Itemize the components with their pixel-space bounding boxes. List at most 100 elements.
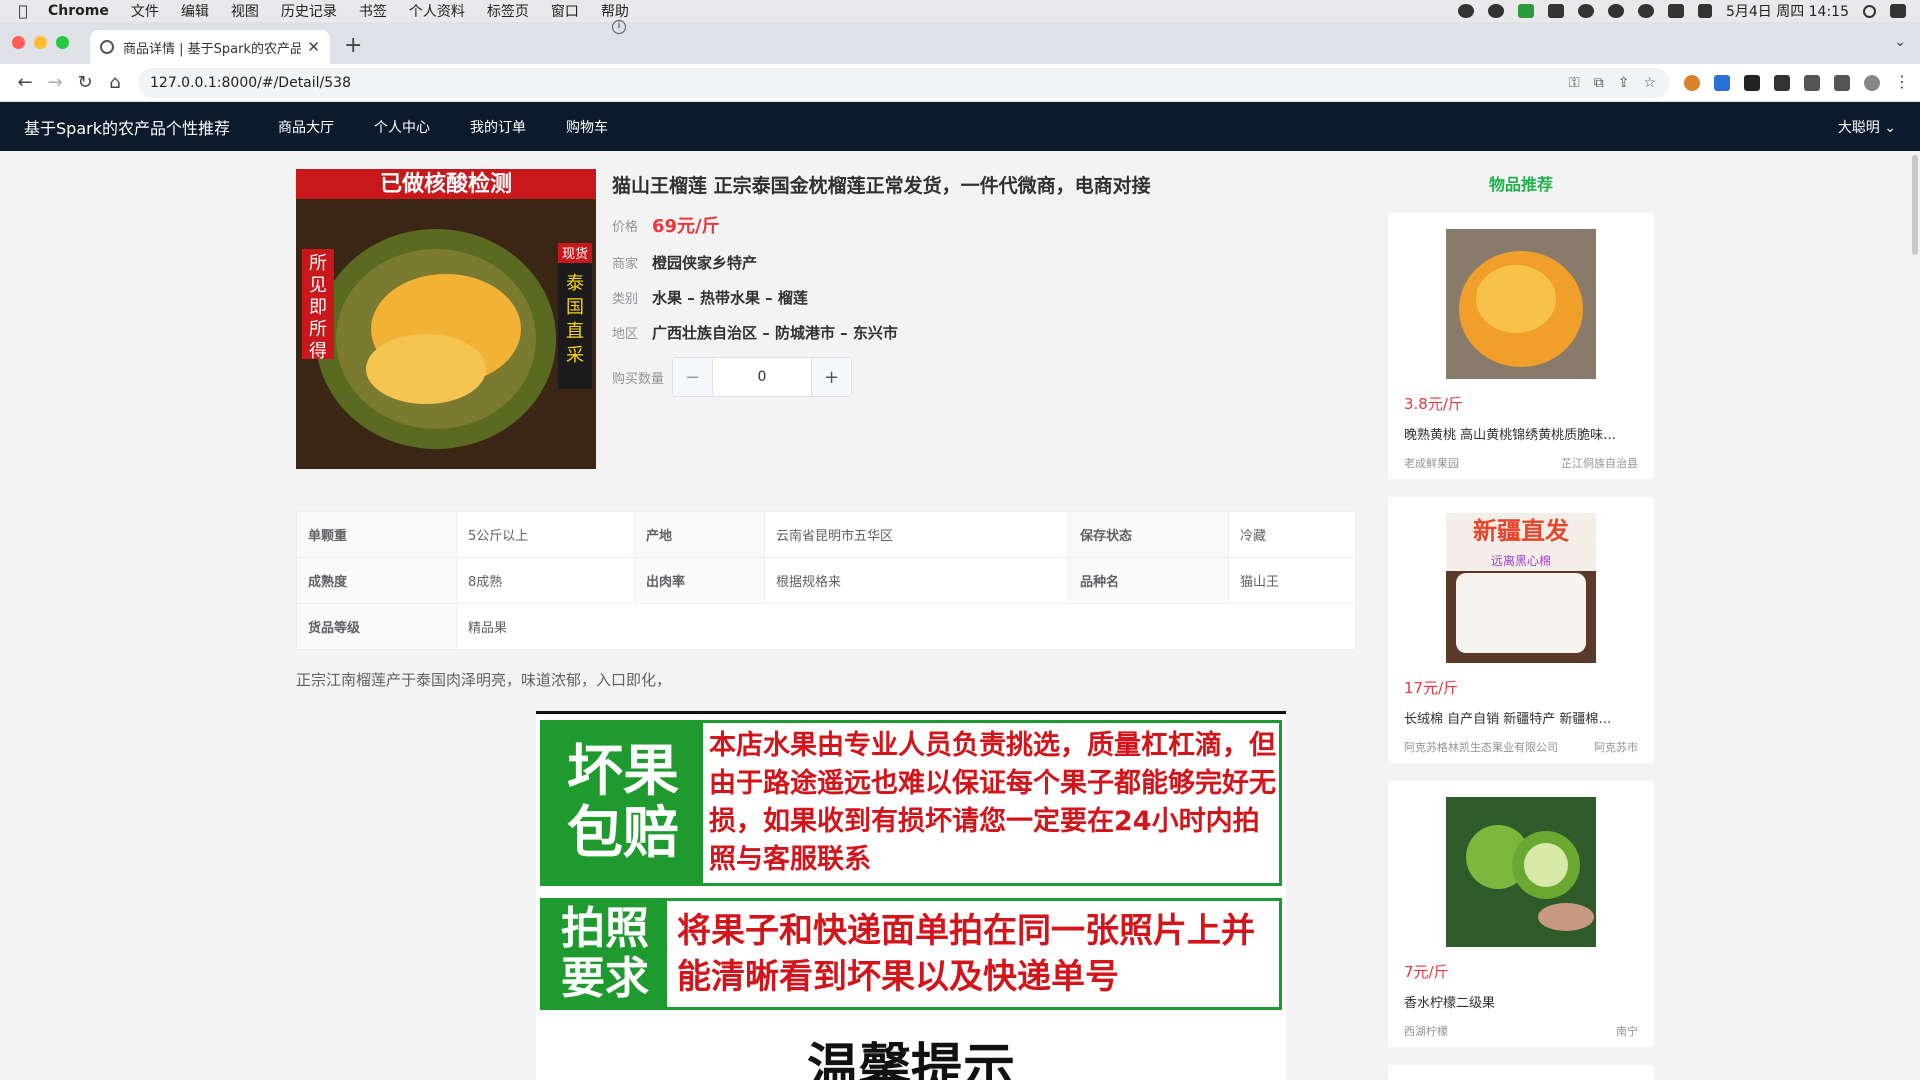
forward-button[interactable]: → bbox=[40, 72, 70, 93]
product-thumbnail bbox=[1446, 797, 1596, 947]
increase-button[interactable]: + bbox=[811, 358, 851, 396]
chevron-down-icon: ⌄ bbox=[1884, 119, 1896, 136]
zoom-window-button[interactable] bbox=[56, 36, 69, 49]
image-text-right-4: 采 bbox=[566, 345, 584, 366]
omnibox-tools: ⚿ ⧉ ⇪ ☆ bbox=[1569, 75, 1670, 91]
recommend-place: 阿克苏市 bbox=[1594, 741, 1638, 754]
extension-icon-2[interactable] bbox=[1714, 74, 1730, 91]
gear-icon[interactable] bbox=[1457, 4, 1474, 18]
product-thumbnail bbox=[1446, 229, 1596, 379]
record-icon[interactable] bbox=[1487, 4, 1504, 18]
translate-icon[interactable]: ⧉ bbox=[1594, 75, 1604, 91]
control-center-icon[interactable] bbox=[1890, 4, 1906, 18]
recommend-card[interactable]: 7元/斤 香水柠檬二级果 西湖柠檬 南宁 bbox=[1388, 781, 1654, 1047]
share-icon[interactable]: ⇪ bbox=[1618, 75, 1630, 91]
nav-item-hall[interactable]: 商品大厅 bbox=[278, 117, 334, 137]
image-text-right-3: 直 bbox=[566, 321, 584, 342]
search-icon[interactable] bbox=[1863, 4, 1876, 18]
menu-history[interactable]: 历史记录 bbox=[281, 1, 337, 21]
window-controls bbox=[12, 36, 69, 49]
bookmark-star-icon[interactable]: ☆ bbox=[1643, 75, 1656, 91]
quantity-input[interactable]: 0 bbox=[713, 358, 811, 396]
menu-bookmarks[interactable]: 书签 bbox=[359, 1, 387, 21]
menu-profiles[interactable]: 个人资料 bbox=[409, 1, 465, 21]
recommend-card[interactable] bbox=[1388, 1065, 1654, 1080]
menu-window[interactable]: 窗口 bbox=[551, 1, 579, 21]
extension-icon-1[interactable] bbox=[1684, 74, 1700, 91]
mountain-icon[interactable] bbox=[1547, 4, 1564, 18]
apple-icon[interactable]:  bbox=[14, 2, 32, 20]
profile-avatar-icon[interactable] bbox=[1864, 74, 1880, 91]
spec-table: 单颗重 5公斤以上 产地 云南省昆明市五华区 保存状态 冷藏 成熟度 8成熟 出… bbox=[296, 511, 1356, 650]
image-text-left-5: 得 bbox=[309, 341, 327, 362]
url-text[interactable]: 127.0.0.1:8000/#/Detail/538 bbox=[150, 75, 351, 91]
home-button[interactable]: ⌂ bbox=[100, 72, 130, 93]
spec-key: 产地 bbox=[634, 511, 765, 558]
image-text-left-1: 所 bbox=[309, 253, 327, 274]
spec-value: 精品果 bbox=[456, 603, 1356, 650]
recommend-name: 香水柠檬二级果 bbox=[1404, 996, 1496, 1011]
product-image[interactable]: 已做核酸检测 所见即所得 现货 泰国直采 bbox=[296, 169, 596, 469]
recommend-merchant: 老成鲜果园 bbox=[1404, 457, 1459, 470]
menu-edit[interactable]: 编辑 bbox=[181, 1, 209, 21]
table-row: 成熟度 8成熟 出肉率 根据规格来 品种名 猫山王 bbox=[296, 557, 1356, 604]
new-tab-button[interactable]: + bbox=[344, 33, 362, 58]
nav-item-cart[interactable]: 购物车 bbox=[566, 117, 608, 137]
nav-item-orders[interactable]: 我的订单 bbox=[470, 117, 526, 137]
menu-view[interactable]: 视图 bbox=[231, 1, 259, 21]
app-brand[interactable]: 基于Spark的农产品个性推荐 bbox=[24, 115, 230, 139]
input-method-icon[interactable] bbox=[1667, 4, 1684, 18]
product-info: 猫山王榴莲 正宗泰国金枕榴莲正常发货，一件代微商，电商对接 价格 69元/斤 商… bbox=[612, 171, 1151, 411]
page-scrollbar[interactable] bbox=[1912, 155, 1918, 255]
puzzle-icon[interactable] bbox=[1804, 74, 1820, 91]
close-tab-icon[interactable]: ✕ bbox=[307, 38, 320, 56]
menu-tabs[interactable]: 标签页 bbox=[487, 1, 529, 21]
merchant-label: 商家 bbox=[612, 257, 639, 272]
address-bar[interactable]: i 127.0.0.1:8000/#/Detail/538 ⚿ ⧉ ⇪ ☆ bbox=[138, 20, 1670, 98]
banner-block1-left: 坏果包赔 bbox=[543, 723, 703, 883]
recommend-meta: 老成鲜果园 芷江侗族自治县 bbox=[1404, 455, 1638, 471]
extension-icon-4[interactable] bbox=[1774, 74, 1790, 91]
menubar-status-area: 5月4日 周四 14:15 bbox=[1457, 1, 1906, 21]
nav-item-profile[interactable]: 个人中心 bbox=[374, 117, 430, 137]
quantity-row: 购买数量 − 0 + bbox=[612, 357, 1151, 397]
sync-icon[interactable] bbox=[1577, 4, 1594, 18]
description-banner-image: 坏果包赔 本店水果由专业人员负责挑选，质量杠杠滴，但由于路途遥远也难以保证每个果… bbox=[536, 711, 1286, 1080]
menu-help[interactable]: 帮助 bbox=[601, 1, 629, 21]
kebab-menu-icon[interactable]: ⋮ bbox=[1894, 73, 1910, 91]
extension-icon-3[interactable] bbox=[1744, 74, 1760, 91]
tab-search-chevron-icon[interactable]: ⌄ bbox=[1894, 34, 1906, 50]
browser-toolbar: ← → ↻ ⌂ i 127.0.0.1:8000/#/Detail/538 ⚿ … bbox=[0, 20, 1920, 102]
recommend-card[interactable]: 新疆直发 远离黑心棉 17元/斤 长绒棉 自产自销 新疆特产 新疆棉… 阿克苏格… bbox=[1388, 497, 1654, 763]
volume-icon[interactable] bbox=[1697, 4, 1712, 18]
menu-file[interactable]: 文件 bbox=[131, 1, 159, 21]
key-icon[interactable]: ⚿ bbox=[1569, 75, 1580, 91]
recommend-meta: 西湖柠檬 南宁 bbox=[1404, 1023, 1638, 1039]
product-merchant: 橙园侠家乡特产 bbox=[652, 254, 758, 272]
signal-icon[interactable] bbox=[1517, 4, 1534, 18]
sidepanel-icon[interactable] bbox=[1834, 74, 1850, 91]
menubar-clock[interactable]: 5月4日 周四 14:15 bbox=[1726, 1, 1849, 21]
spec-key: 保存状态 bbox=[1068, 511, 1229, 558]
menu-app-chrome[interactable]: Chrome bbox=[48, 3, 109, 19]
recommend-name: 长绒棉 自产自销 新疆特产 新疆棉… bbox=[1404, 712, 1612, 727]
user-menu[interactable]: 大聪明 ⌄ bbox=[1838, 117, 1896, 137]
product-title: 猫山王榴莲 正宗泰国金枕榴莲正常发货，一件代微商，电商对接 bbox=[612, 175, 1151, 197]
recommend-card[interactable]: 3.8元/斤 晚熟黄桃 高山黄桃锦绣黄桃质脆味… 老成鲜果园 芷江侗族自治县 bbox=[1388, 213, 1654, 479]
wechat-icon[interactable] bbox=[1607, 4, 1624, 18]
banner-block2-left: 拍照要求 bbox=[543, 901, 667, 1007]
chat-icon[interactable] bbox=[1637, 4, 1654, 18]
close-window-button[interactable] bbox=[12, 36, 25, 49]
minimize-window-button[interactable] bbox=[34, 36, 47, 49]
spec-value: 根据规格来 bbox=[764, 557, 1069, 604]
back-button[interactable]: ← bbox=[10, 72, 40, 93]
price-label: 价格 bbox=[612, 219, 639, 235]
decrease-button[interactable]: − bbox=[673, 358, 713, 396]
reload-button[interactable]: ↻ bbox=[70, 72, 100, 93]
banner-block-guarantee: 坏果包赔 本店水果由专业人员负责挑选，质量杠杠滴，但由于路途遥远也难以保证每个果… bbox=[540, 720, 1282, 886]
site-info-icon[interactable]: i bbox=[612, 20, 626, 34]
browser-tab-active[interactable]: 商品详情 | 基于Spark的农产品个 ✕ bbox=[90, 30, 330, 64]
product-price: 69元/斤 bbox=[652, 216, 720, 237]
recommend-price: 3.8元/斤 bbox=[1404, 395, 1463, 413]
recommend-price: 17元/斤 bbox=[1404, 679, 1459, 697]
